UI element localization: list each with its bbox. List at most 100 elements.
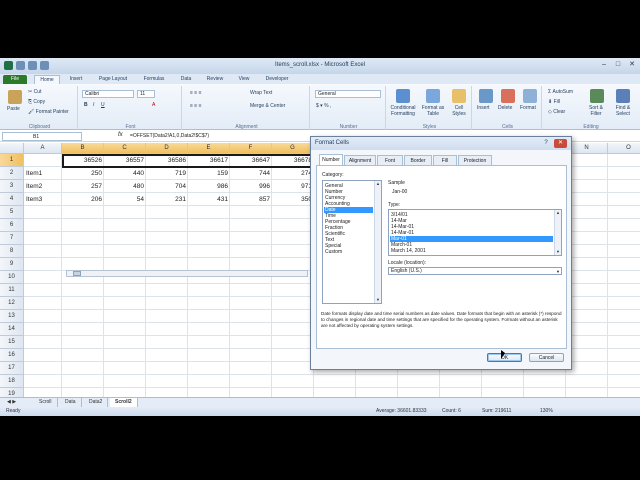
cell-e2[interactable]: 159 bbox=[188, 167, 230, 180]
tab-review[interactable]: Review bbox=[201, 75, 229, 84]
tab-formulas[interactable]: Formulas bbox=[137, 75, 171, 84]
cell-a1[interactable] bbox=[24, 154, 62, 167]
cut-button[interactable]: ✂ Cut bbox=[28, 89, 41, 95]
column-header-c[interactable]: C bbox=[104, 143, 146, 154]
row-header-15[interactable]: 15 bbox=[0, 336, 24, 349]
sheet-nav-icon[interactable]: ◀ ▶ bbox=[2, 398, 21, 407]
format-painter-button[interactable]: 🖌 Format Painter bbox=[28, 109, 69, 115]
column-header-a[interactable]: A bbox=[24, 143, 62, 154]
cell-c2[interactable]: 440 bbox=[104, 167, 146, 180]
cell-f3[interactable]: 996 bbox=[230, 180, 272, 193]
cell-g3[interactable]: 971 bbox=[272, 180, 314, 193]
cell-c4[interactable]: 54 bbox=[104, 193, 146, 206]
category-item[interactable]: Custom bbox=[324, 249, 373, 255]
format-button[interactable]: Format bbox=[520, 105, 536, 111]
cell-d3[interactable]: 704 bbox=[146, 180, 188, 193]
row-header-3[interactable]: 3 bbox=[0, 180, 24, 193]
row-header-6[interactable]: 6 bbox=[0, 219, 24, 232]
currency-icon[interactable]: $ ▾ % , bbox=[316, 103, 331, 109]
align-top-icon[interactable]: ≡ ≡ ≡ bbox=[190, 90, 202, 96]
row-header-13[interactable]: 13 bbox=[0, 310, 24, 323]
column-header-g[interactable]: G bbox=[272, 143, 314, 154]
number-format-combo[interactable]: General bbox=[315, 90, 381, 98]
font-color-button[interactable]: A bbox=[152, 102, 155, 108]
sort-filter-button[interactable]: Sort & Filter bbox=[584, 105, 608, 117]
row-header-4[interactable]: 4 bbox=[0, 193, 24, 206]
cell-e4[interactable]: 431 bbox=[188, 193, 230, 206]
insert-button[interactable]: Insert bbox=[477, 105, 490, 111]
column-header-e[interactable]: E bbox=[188, 143, 230, 154]
cell-b2[interactable]: 250 bbox=[62, 167, 104, 180]
row-header-12[interactable]: 12 bbox=[0, 297, 24, 310]
row-header-17[interactable]: 17 bbox=[0, 362, 24, 375]
column-header-d[interactable]: D bbox=[146, 143, 188, 154]
cell-c3[interactable]: 480 bbox=[104, 180, 146, 193]
help-button[interactable]: ? bbox=[541, 139, 551, 148]
cell-b4[interactable]: 206 bbox=[62, 193, 104, 206]
category-scrollbar[interactable]: ▲ ▼ bbox=[374, 181, 381, 303]
zoom-level[interactable]: 130% bbox=[540, 408, 553, 414]
row-header-8[interactable]: 8 bbox=[0, 245, 24, 258]
tab-protection[interactable]: Protection bbox=[458, 155, 492, 165]
paste-button[interactable]: Paste bbox=[7, 106, 20, 112]
row-header-2[interactable]: 2 bbox=[0, 167, 24, 180]
sheet-tab-scroll2[interactable]: Scroll2 bbox=[110, 398, 138, 407]
cell-f4[interactable]: 857 bbox=[230, 193, 272, 206]
cell-styles-button[interactable]: Cell Styles bbox=[448, 105, 470, 117]
font-size-combo[interactable]: 11 bbox=[137, 90, 155, 98]
column-header-f[interactable]: F bbox=[230, 143, 272, 154]
format-as-table-button[interactable]: Format as Table bbox=[420, 105, 446, 117]
scroll-up-icon[interactable]: ▲ bbox=[375, 181, 381, 187]
cancel-button[interactable]: Cancel bbox=[529, 353, 564, 362]
cell-d4[interactable]: 231 bbox=[146, 193, 188, 206]
fx-icon[interactable]: fx bbox=[118, 132, 123, 138]
sheet-tab-data[interactable]: Data bbox=[60, 398, 82, 407]
type-scrollbar[interactable]: ▲ ▼ bbox=[554, 210, 561, 255]
sheet-tab-scroll[interactable]: Scroll bbox=[34, 398, 58, 407]
italic-button[interactable]: I bbox=[93, 102, 94, 108]
cell-g2[interactable]: 274 bbox=[272, 167, 314, 180]
cell-f2[interactable]: 744 bbox=[230, 167, 272, 180]
select-all-corner[interactable] bbox=[0, 143, 24, 154]
tab-number[interactable]: Number bbox=[319, 154, 343, 165]
scroll-down-icon[interactable]: ▼ bbox=[375, 297, 381, 303]
tab-alignment[interactable]: Alignment bbox=[344, 155, 376, 165]
tab-data[interactable]: Data bbox=[174, 75, 198, 84]
cell-a2[interactable]: Item1 bbox=[24, 167, 62, 180]
cell-g4[interactable]: 350 bbox=[272, 193, 314, 206]
row-header-7[interactable]: 7 bbox=[0, 232, 24, 245]
bold-button[interactable]: B bbox=[84, 102, 88, 108]
copy-button[interactable]: ⎘ Copy bbox=[28, 99, 45, 105]
formula-input[interactable]: =OFFSET(Data2!A1,0,Data2!$C$7) bbox=[130, 133, 209, 139]
merge-center-button[interactable]: Merge & Center bbox=[250, 103, 285, 109]
locale-select[interactable]: English (U.S.) ▼ bbox=[388, 267, 562, 275]
delete-button[interactable]: Delete bbox=[498, 105, 512, 111]
sheet-tab-data2[interactable]: Data2 bbox=[84, 398, 109, 407]
tab-view[interactable]: View bbox=[232, 75, 256, 84]
row-header-10[interactable]: 10 bbox=[0, 271, 24, 284]
column-header-o[interactable]: O bbox=[608, 143, 640, 154]
row-header-19[interactable]: 19 bbox=[0, 388, 24, 397]
dialog-close-button[interactable]: ✕ bbox=[554, 139, 567, 148]
tab-page-layout[interactable]: Page Layout bbox=[92, 75, 134, 84]
type-item[interactable]: March 14, 2001 bbox=[390, 248, 553, 254]
cell-b3[interactable]: 257 bbox=[62, 180, 104, 193]
autosum-button[interactable]: Σ AutoSum bbox=[548, 89, 573, 95]
tab-border[interactable]: Border bbox=[404, 155, 432, 165]
close-button[interactable]: ✕ bbox=[626, 60, 638, 70]
conditional-formatting-button[interactable]: Conditional Formatting bbox=[388, 105, 418, 117]
tab-developer[interactable]: Developer bbox=[259, 75, 295, 84]
clear-button[interactable]: ◇ Clear bbox=[548, 109, 565, 115]
cell-e3[interactable]: 986 bbox=[188, 180, 230, 193]
minimize-button[interactable]: – bbox=[598, 60, 610, 70]
type-scroll-down-icon[interactable]: ▼ bbox=[555, 249, 561, 255]
tab-insert[interactable]: Insert bbox=[63, 75, 89, 84]
name-box[interactable]: B1 bbox=[2, 132, 82, 141]
align-left-icon[interactable]: ≡ ≡ ≡ bbox=[190, 103, 202, 109]
underline-button[interactable]: U bbox=[101, 102, 105, 108]
fill-button[interactable]: ⬇ Fill bbox=[548, 99, 560, 105]
cell-a3[interactable]: Item2 bbox=[24, 180, 62, 193]
scrollbar-thumb[interactable] bbox=[73, 271, 81, 276]
tab-fill[interactable]: Fill bbox=[433, 155, 457, 165]
column-header-b[interactable]: B bbox=[62, 143, 104, 154]
